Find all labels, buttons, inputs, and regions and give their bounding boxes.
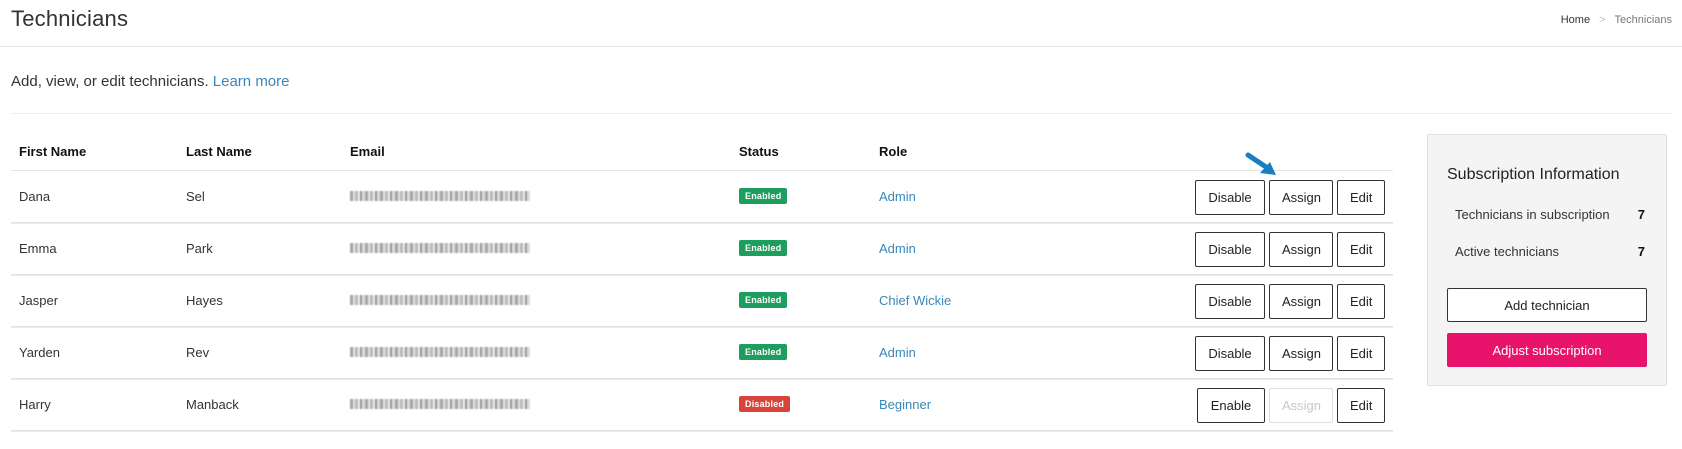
status-badge: Enabled [739, 344, 788, 360]
edit-button[interactable]: Edit [1337, 388, 1385, 423]
assign-button[interactable]: Assign [1269, 284, 1333, 319]
intro-text: Add, view, or edit technicians. Learn mo… [11, 73, 290, 90]
row-actions: Disable Assign Edit [1195, 180, 1385, 215]
edit-button[interactable]: Edit [1337, 232, 1385, 267]
role-link[interactable]: Chief Wickie [879, 293, 951, 308]
enable-button[interactable]: Enable [1197, 388, 1265, 423]
breadcrumb: Home > Technicians [1561, 14, 1672, 26]
role-link[interactable]: Admin [879, 345, 916, 360]
email-cell-redacted [350, 347, 530, 357]
role-link[interactable]: Admin [879, 189, 916, 204]
edit-button[interactable]: Edit [1337, 284, 1385, 319]
row-actions: Disable Assign Edit [1195, 232, 1385, 267]
table-row: Emma Park Enabled Admin Disable Assign E… [11, 223, 1393, 276]
last-name-cell: Sel [186, 189, 205, 204]
assign-button[interactable]: Assign [1269, 180, 1333, 215]
last-name-cell: Rev [186, 345, 210, 360]
last-name-cell: Manback [186, 397, 239, 412]
first-name-cell: Dana [19, 189, 51, 204]
edit-button[interactable]: Edit [1337, 336, 1385, 371]
column-header-first-name: First Name [19, 144, 87, 159]
first-name-cell: Jasper [19, 293, 59, 308]
technicians-table: First Name Last Name Email Status Role D… [11, 134, 1393, 432]
column-header-role: Role [879, 144, 908, 159]
stat-label: Technicians in subscription [1455, 207, 1610, 222]
stat-label: Active technicians [1455, 244, 1560, 259]
table-row: Dana Sel Enabled Admin Disable Assign Ed… [11, 171, 1393, 224]
stat-value: 7 [1637, 244, 1645, 259]
first-name-cell: Harry [19, 397, 51, 412]
breadcrumb-separator: > [1599, 14, 1606, 26]
status-badge: Enabled [739, 240, 788, 256]
row-actions: Enable Assign Edit [1197, 388, 1385, 423]
add-technician-button[interactable]: Add technician [1447, 288, 1647, 322]
email-cell-redacted [350, 243, 530, 253]
column-header-email: Email [350, 144, 385, 159]
email-cell-redacted [350, 399, 530, 409]
divider [11, 113, 1671, 114]
status-badge: Disabled [739, 396, 791, 412]
table-row: Jasper Hayes Enabled Chief Wickie Disabl… [11, 275, 1393, 328]
status-badge: Enabled [739, 188, 788, 204]
subscription-panel: Subscription Information Technicians in … [1427, 134, 1667, 386]
assign-button[interactable]: Assign [1269, 232, 1333, 267]
active-technicians-stat: Active technicians 7 [1455, 244, 1645, 259]
row-actions: Disable Assign Edit [1195, 284, 1385, 319]
learn-more-link[interactable]: Learn more [213, 73, 290, 90]
assign-button[interactable]: Assign [1269, 336, 1333, 371]
first-name-cell: Emma [19, 241, 57, 256]
table-header: First Name Last Name Email Status Role [11, 134, 1393, 171]
first-name-cell: Yarden [19, 345, 60, 360]
role-link[interactable]: Admin [879, 241, 916, 256]
breadcrumb-home-link[interactable]: Home [1561, 14, 1590, 26]
technicians-in-subscription-stat: Technicians in subscription 7 [1455, 207, 1645, 222]
last-name-cell: Hayes [186, 293, 223, 308]
page-header: Technicians Home > Technicians [0, 0, 1682, 47]
pointer-arrow-icon [1245, 152, 1276, 175]
status-badge: Enabled [739, 292, 788, 308]
intro-description: Add, view, or edit technicians. [11, 73, 209, 90]
subscription-title: Subscription Information [1447, 166, 1620, 183]
breadcrumb-current: Technicians [1614, 14, 1672, 26]
stat-value: 7 [1637, 207, 1645, 222]
column-header-last-name: Last Name [186, 144, 252, 159]
table-row: Yarden Rev Enabled Admin Disable Assign … [11, 327, 1393, 380]
role-link[interactable]: Beginner [879, 397, 931, 412]
disable-button[interactable]: Disable [1195, 284, 1265, 319]
page-title: Technicians [11, 6, 129, 31]
table-row: Harry Manback Disabled Beginner Enable A… [11, 379, 1393, 432]
edit-button[interactable]: Edit [1337, 180, 1385, 215]
row-actions: Disable Assign Edit [1195, 336, 1385, 371]
column-header-status: Status [739, 144, 779, 159]
disable-button[interactable]: Disable [1195, 232, 1265, 267]
email-cell-redacted [350, 191, 530, 201]
adjust-subscription-button[interactable]: Adjust subscription [1447, 333, 1647, 367]
email-cell-redacted [350, 295, 530, 305]
disable-button[interactable]: Disable [1195, 336, 1265, 371]
assign-button-disabled: Assign [1269, 388, 1333, 423]
last-name-cell: Park [186, 241, 213, 256]
disable-button[interactable]: Disable [1195, 180, 1265, 215]
